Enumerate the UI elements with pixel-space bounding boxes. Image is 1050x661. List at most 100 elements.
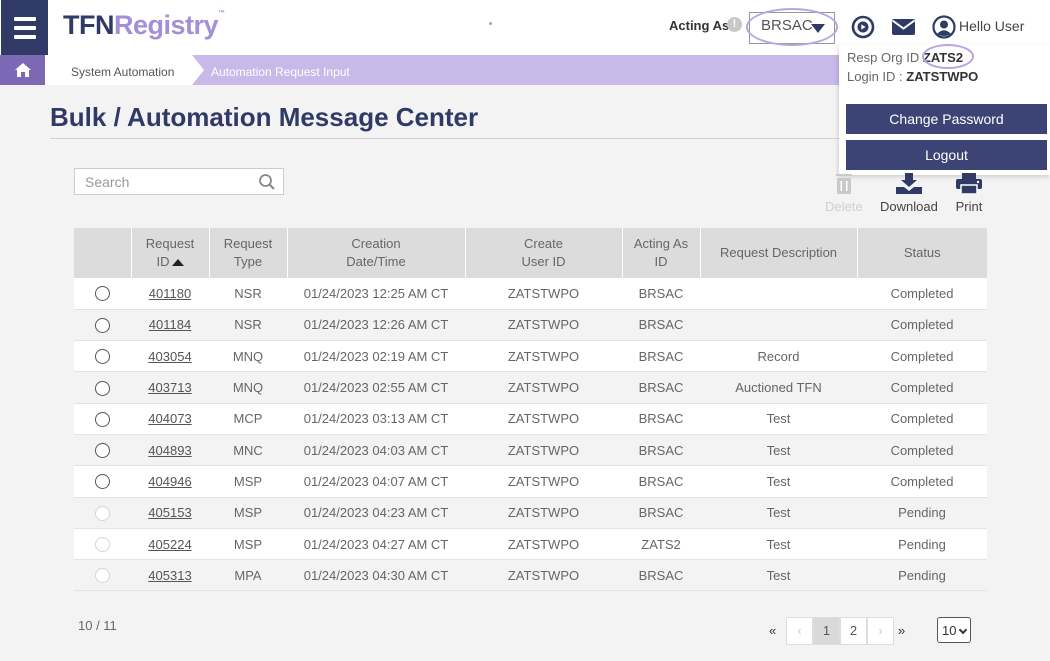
status-header[interactable]: Status	[857, 228, 987, 278]
table-row[interactable]: 403054 MNQ 01/24/2023 02:19 AM CT ZATSTWPO B…	[74, 340, 987, 372]
request-description-header[interactable]: Request Description	[700, 228, 858, 278]
first-page-button[interactable]: «	[769, 623, 776, 638]
home-icon	[14, 63, 31, 77]
download-button[interactable]: Download	[880, 172, 938, 214]
chevron-down-icon	[958, 625, 968, 635]
radio-button[interactable]	[95, 349, 110, 365]
mail-icon[interactable]	[891, 16, 916, 38]
menu-icon[interactable]	[1, 0, 48, 55]
search-icon[interactable]	[258, 173, 276, 191]
page-1-button[interactable]: 1	[813, 617, 840, 645]
table-row[interactable]: 401184 NSR 01/24/2023 12:26 AM CT ZATSTWPO B…	[74, 309, 987, 341]
request-id-link[interactable]: 404073	[148, 411, 191, 426]
tfn-registry-logo[interactable]: TFNRegistry™	[63, 10, 225, 41]
prev-page-button[interactable]: ‹	[786, 617, 813, 645]
radio-button[interactable]	[95, 411, 110, 427]
status-cell: Pending	[857, 497, 987, 529]
request-id-cell: 403054	[131, 340, 209, 372]
creation-datetime-cell: 01/24/2023 04:23 AM CT	[287, 497, 465, 529]
row-select-radio[interactable]	[74, 309, 131, 341]
request-id-link[interactable]: 401184	[149, 317, 191, 332]
home-button[interactable]	[0, 55, 45, 85]
request-id-link[interactable]: 404946	[148, 474, 191, 489]
radio-button	[95, 537, 110, 553]
next-page-button[interactable]: ›	[867, 617, 894, 645]
page-2-button[interactable]: 2	[840, 617, 867, 645]
info-icon[interactable]: !	[727, 17, 742, 32]
status-cell: Completed	[857, 340, 987, 372]
breadcrumb-automation-request-input: Automation Request Input	[211, 65, 350, 79]
table-row[interactable]: 405313 MPA 01/24/2023 04:30 AM CT ZATSTWPO B…	[74, 559, 987, 591]
create-user-id-cell: ZATSTWPO	[465, 497, 622, 529]
radio-button[interactable]	[95, 286, 110, 302]
request-id-link[interactable]: 401180	[149, 286, 191, 301]
last-page-button[interactable]: »	[898, 623, 905, 638]
breadcrumb: System Automation Automation Request Inp…	[0, 55, 840, 85]
request-id-link[interactable]: 403713	[148, 380, 191, 395]
request-type-cell: MCP	[209, 403, 287, 435]
pagination: ‹ 1 2 ›	[786, 617, 894, 645]
radio-button[interactable]	[95, 443, 110, 459]
request-id-cell: 404946	[131, 465, 209, 498]
table-row[interactable]: 404073 MCP 01/24/2023 03:13 AM CT ZATSTWPO B…	[74, 403, 987, 435]
create-user-id-cell: ZATSTWPO	[465, 434, 622, 466]
page-size-value: 10	[942, 623, 957, 638]
table-row[interactable]: 404893 MNC 01/24/2023 04:03 AM CT ZATSTWPO B…	[74, 434, 987, 466]
change-password-button[interactable]: Change Password	[846, 104, 1047, 134]
radio-button	[95, 505, 110, 521]
play-circle-icon[interactable]	[851, 15, 875, 39]
acting-as-label: Acting As	[669, 18, 730, 33]
select-column-header	[74, 228, 132, 278]
user-circle-icon[interactable]	[932, 15, 956, 39]
create-user-id-cell: ZATSTWPO	[465, 403, 622, 435]
table-row[interactable]: 401180 NSR 01/24/2023 12:25 AM CT ZATSTWPO B…	[74, 278, 987, 310]
row-select-radio[interactable]	[74, 371, 131, 404]
row-select-radio[interactable]	[74, 434, 131, 466]
radio-button[interactable]	[95, 317, 110, 333]
status-cell: Completed	[857, 278, 987, 310]
create-user-id-header[interactable]: Create User ID	[465, 228, 623, 278]
breadcrumb-separator	[192, 55, 204, 85]
row-select-radio[interactable]	[74, 403, 131, 435]
logout-button[interactable]: Logout	[846, 140, 1047, 170]
request-id-link[interactable]: 405153	[148, 505, 191, 520]
hello-user-link[interactable]: Hello User	[959, 18, 1024, 34]
request-type-header[interactable]: Request Type	[209, 228, 288, 278]
creation-datetime-header[interactable]: Creation Date/Time	[287, 228, 466, 278]
request-id-link[interactable]: 403054	[148, 349, 191, 364]
request-description-cell: Test	[700, 465, 857, 498]
radio-button[interactable]	[95, 380, 110, 396]
radio-button[interactable]	[95, 474, 110, 490]
table-row[interactable]: 403713 MNQ 01/24/2023 02:55 AM CT ZATSTWPO B…	[74, 371, 987, 404]
acting-as-id-header[interactable]: Acting As ID	[622, 228, 701, 278]
creation-datetime-cell: 01/24/2023 03:13 AM CT	[287, 403, 465, 435]
login-id-line: Login ID : ZATSTWPO	[847, 69, 978, 84]
status-cell: Pending	[857, 559, 987, 591]
record-count: 10 / 11	[78, 618, 117, 633]
acting-as-id-cell: BRSAC	[622, 340, 700, 372]
request-id-cell: 404073	[131, 403, 209, 435]
breadcrumb-system-automation[interactable]: System Automation	[45, 55, 192, 85]
creation-datetime-cell: 01/24/2023 02:19 AM CT	[287, 340, 465, 372]
table-row[interactable]: 405153 MSP 01/24/2023 04:23 AM CT ZATSTWPO B…	[74, 497, 987, 529]
request-id-link[interactable]: 405224	[148, 537, 191, 552]
row-select-radio[interactable]	[74, 278, 131, 310]
resp-org-label: Resp Org ID	[847, 50, 920, 65]
row-select-radio	[74, 528, 131, 560]
table-row[interactable]: 404946 MSP 01/24/2023 04:07 AM CT ZATSTWPO B…	[74, 465, 987, 498]
row-select-radio[interactable]	[74, 340, 131, 372]
request-id-link[interactable]: 405313	[148, 568, 191, 583]
request-id-header[interactable]: Request ID	[131, 228, 210, 278]
delete-button[interactable]: Delete	[825, 172, 863, 214]
request-description-cell: Test	[700, 559, 857, 591]
print-button[interactable]: Print	[955, 172, 983, 214]
search-input[interactable]: Search	[74, 168, 284, 195]
request-type-cell: MNQ	[209, 371, 287, 404]
request-description-cell: Test	[700, 434, 857, 466]
request-id-link[interactable]: 404893	[148, 443, 191, 458]
request-description-cell: Auctioned TFN	[700, 371, 857, 404]
row-select-radio[interactable]	[74, 465, 131, 498]
page-size-select[interactable]: 10	[937, 617, 971, 643]
table-row[interactable]: 405224 MSP 01/24/2023 04:27 AM CT ZATSTWPO Z…	[74, 528, 987, 560]
decorative-dot	[489, 22, 492, 25]
